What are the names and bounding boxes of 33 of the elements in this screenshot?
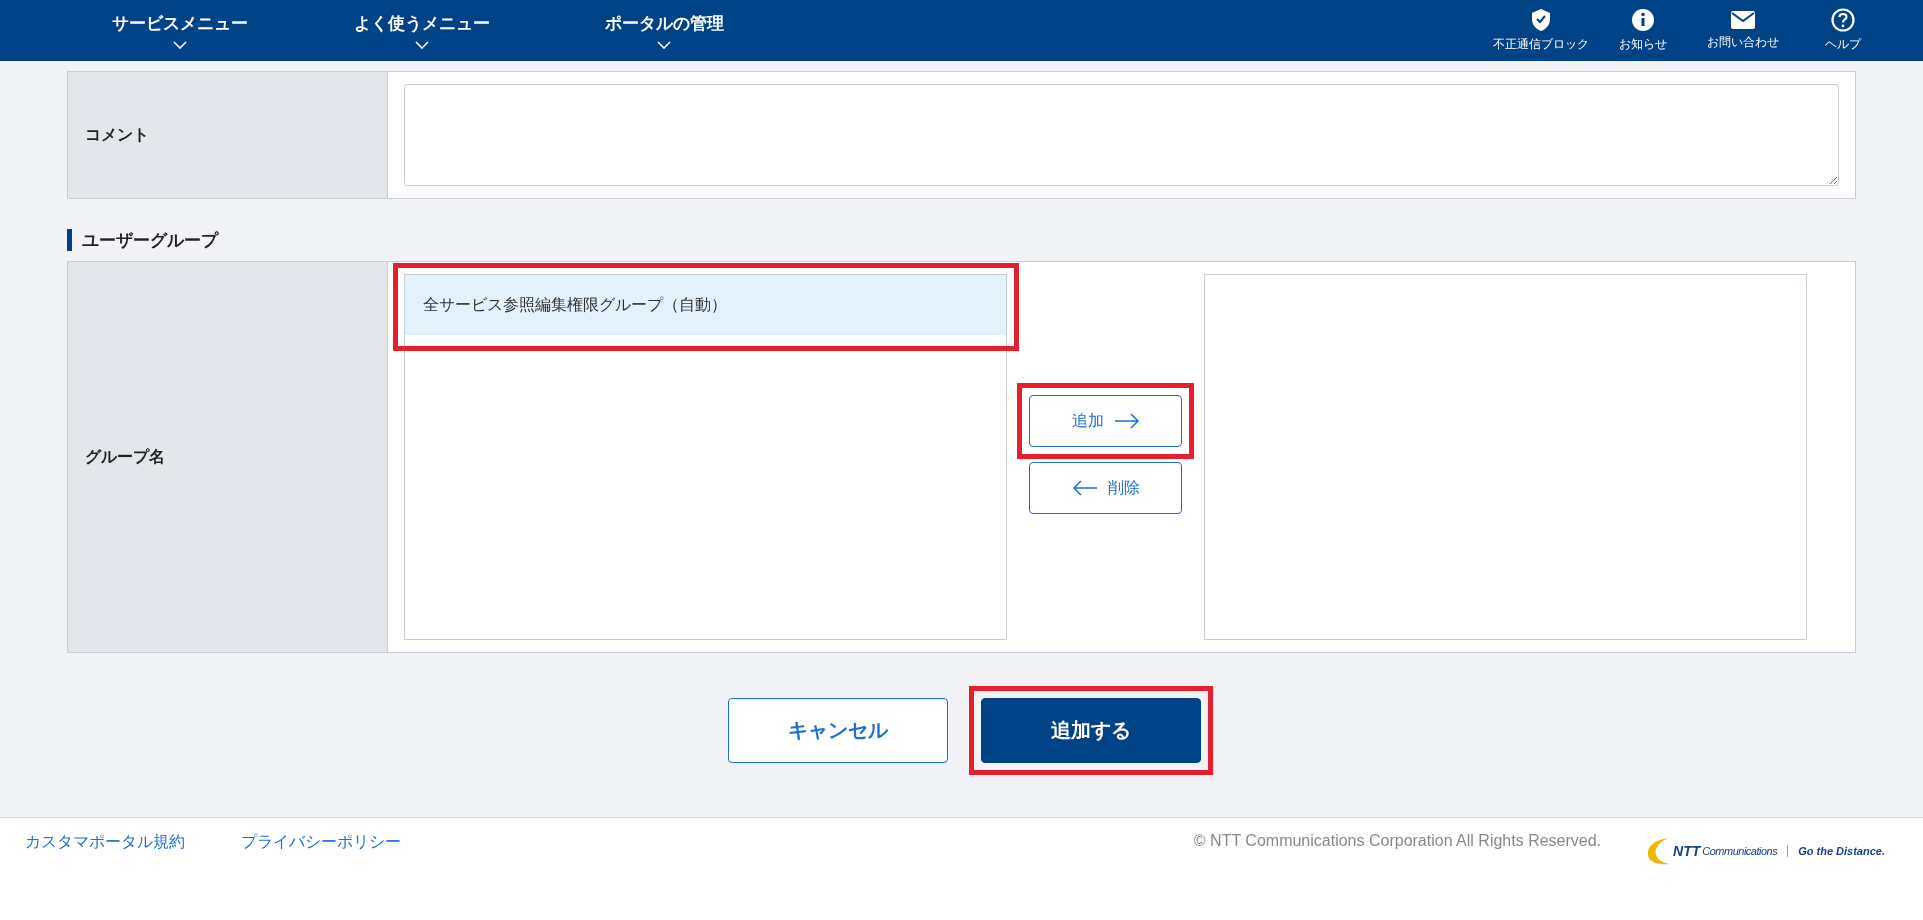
nav-menu[interactable]: よく使うメニュー bbox=[354, 12, 490, 35]
selected-group-list[interactable] bbox=[1204, 274, 1807, 640]
header-link[interactable]: お問い合わせ bbox=[1707, 34, 1779, 51]
info-icon bbox=[1631, 8, 1655, 32]
comment-field[interactable] bbox=[404, 84, 1839, 186]
header-link[interactable]: ヘルプ bbox=[1825, 36, 1861, 53]
header-link[interactable]: 不正通信ブロック bbox=[1493, 36, 1589, 53]
mail-icon bbox=[1730, 10, 1756, 30]
footer-link[interactable]: カスタマポータル規約 bbox=[25, 832, 185, 853]
arrow-left-icon bbox=[1071, 480, 1098, 496]
shield-icon bbox=[1530, 8, 1552, 32]
chevron-down-icon bbox=[657, 41, 671, 49]
remove-button[interactable]: 削除 bbox=[1029, 462, 1182, 514]
logo-tagline: Go the Distance. bbox=[1787, 845, 1885, 857]
arrow-right-icon bbox=[1113, 413, 1140, 429]
chevron-down-icon bbox=[173, 41, 187, 49]
cancel-button[interactable]: キャンセル bbox=[727, 698, 948, 763]
chevron-down-icon bbox=[415, 41, 429, 49]
section-heading: ユーザーグループ bbox=[67, 229, 1856, 251]
add-button[interactable]: 追加 bbox=[1029, 395, 1182, 447]
logo-name: Communications bbox=[1702, 845, 1778, 857]
nav-menu[interactable]: サービスメニュー bbox=[112, 12, 248, 35]
copyright-text: © NTT Communications Corporation All Rights Reserved. bbox=[1193, 832, 1602, 850]
footer-link[interactable]: プライバシーポリシー bbox=[241, 832, 401, 853]
list-item[interactable]: 全サービス参照編集権限グループ（自動） bbox=[405, 275, 1006, 335]
submit-button[interactable]: 追加する bbox=[980, 698, 1201, 763]
row-header: コメント bbox=[68, 72, 388, 198]
available-group-list[interactable]: 全サービス参照編集権限グループ（自動） bbox=[404, 274, 1007, 640]
row-header: グループ名 bbox=[68, 262, 388, 652]
help-icon bbox=[1831, 8, 1855, 32]
logo-brand: NTT bbox=[1673, 843, 1701, 859]
nav-menu[interactable]: ポータルの管理 bbox=[604, 12, 724, 35]
header-link[interactable]: お知らせ bbox=[1619, 36, 1667, 53]
